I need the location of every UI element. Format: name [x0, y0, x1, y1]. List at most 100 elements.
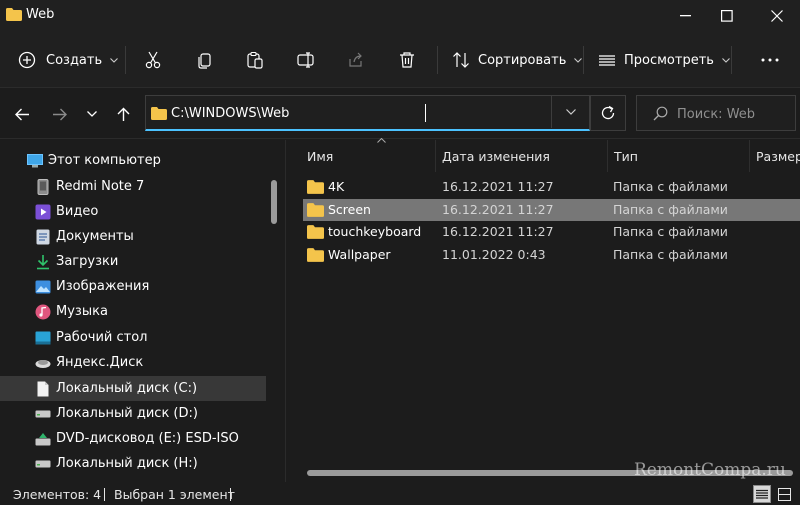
folder-icon	[307, 203, 324, 217]
watermark-text: RemontCompa.ru	[634, 460, 786, 480]
title-bar: Web	[0, 0, 800, 32]
document-icon	[35, 229, 51, 245]
file-date: 11.01.2022 0:43	[442, 247, 546, 262]
column-header-size[interactable]: Размер	[749, 140, 800, 172]
drive-icon	[35, 406, 51, 422]
column-header-name[interactable]: Имя	[301, 138, 435, 172]
clipboard-icon	[247, 51, 263, 69]
file-name: Screen	[328, 202, 371, 217]
column-header-type[interactable]: Тип	[607, 140, 749, 172]
sidebar-item-label: DVD-дисковод (E:) ESD-ISO	[56, 431, 239, 446]
column-label: Дата изменения	[442, 148, 550, 164]
details-view-button[interactable]	[753, 485, 771, 503]
toolbar-divider	[437, 46, 438, 74]
sidebar-item-yandex-disk[interactable]: Яндекс.Диск	[0, 350, 266, 375]
file-row-selected[interactable]: Screen 16.12.2021 11:27 Папка с файлами	[303, 199, 800, 221]
sidebar-item-label: Локальный диск (D:)	[56, 406, 198, 421]
status-bar: Элементов: 4 Выбран 1 элемент	[0, 482, 800, 505]
minimize-button[interactable]	[662, 0, 708, 32]
file-row[interactable]: touchkeyboard 16.12.2021 11:27 Папка с ф…	[303, 221, 800, 243]
sidebar-item-label: Загрузки	[56, 254, 119, 269]
sort-button[interactable]: Сортировать	[452, 44, 583, 76]
search-input[interactable]	[677, 104, 787, 124]
tiles-view-icon	[777, 487, 791, 501]
paste-button[interactable]	[239, 44, 271, 76]
address-bar[interactable]: C:\WINDOWS\Web	[145, 95, 590, 131]
folder-icon	[307, 180, 324, 194]
rename-button[interactable]	[290, 44, 322, 76]
recent-locations-button[interactable]	[78, 101, 106, 127]
sort-ascending-icon	[377, 138, 386, 143]
sidebar-item-local-disk-h[interactable]: Локальный диск (H:)	[0, 451, 266, 476]
sidebar-item-desktop[interactable]: Рабочий стол	[0, 325, 266, 350]
scissors-icon	[145, 51, 161, 69]
copy-icon	[198, 53, 211, 69]
details-view-icon	[756, 489, 768, 499]
forward-button[interactable]	[45, 101, 73, 127]
toolbar-divider	[125, 46, 126, 74]
up-button[interactable]	[109, 101, 137, 127]
view-button[interactable]: Просмотреть	[598, 44, 730, 76]
sort-icon	[453, 52, 469, 68]
copy-button[interactable]	[189, 44, 221, 76]
file-type: Папка с файлами	[613, 179, 728, 194]
address-path[interactable]: C:\WINDOWS\Web	[171, 106, 289, 121]
sidebar-item-this-pc[interactable]: Этот компьютер	[0, 148, 266, 173]
trash-icon	[400, 52, 414, 68]
close-button[interactable]	[754, 0, 800, 32]
sidebar-item-label: Этот компьютер	[48, 153, 161, 168]
file-row[interactable]: Wallpaper 11.01.2022 0:43 Папка с файлам…	[303, 244, 800, 266]
refresh-icon	[601, 105, 615, 120]
sidebar-scrollbar[interactable]	[271, 180, 277, 224]
sidebar-item-label: Локальный диск (H:)	[56, 456, 198, 471]
chevron-down-icon	[87, 111, 97, 117]
sidebar-item-documents[interactable]: Документы	[0, 224, 266, 249]
arrow-left-icon	[14, 108, 29, 120]
maximize-button[interactable]	[704, 0, 750, 32]
column-header-date[interactable]: Дата изменения	[435, 140, 607, 172]
more-dots-icon	[761, 58, 779, 62]
arrow-right-icon	[52, 108, 67, 120]
folder-icon	[307, 225, 324, 239]
sidebar-item-label: Музыка	[56, 304, 108, 319]
sidebar-item-video[interactable]: Видео	[0, 199, 266, 224]
column-label: Тип	[614, 148, 638, 164]
sidebar-item-label: Изображения	[56, 279, 150, 294]
sidebar-item-pictures[interactable]: Изображения	[0, 274, 266, 299]
share-button[interactable]	[340, 44, 372, 76]
more-options-button[interactable]	[754, 44, 786, 76]
sidebar-item-redmi-note-7[interactable]: Redmi Note 7	[0, 174, 266, 199]
sidebar-item-label: Локальный диск (C:)	[56, 381, 198, 396]
tiles-view-button[interactable]	[775, 485, 793, 503]
file-type: Папка с файлами	[613, 247, 728, 262]
sidebar-item-local-disk-d[interactable]: Локальный диск (D:)	[0, 401, 266, 426]
address-history-button[interactable]	[551, 96, 589, 128]
back-button[interactable]	[8, 101, 36, 127]
refresh-button[interactable]	[590, 95, 626, 131]
view-label: Просмотреть	[624, 52, 714, 68]
column-label: Имя	[307, 148, 334, 164]
minimize-icon	[679, 15, 691, 17]
file-name: touchkeyboard	[328, 224, 422, 239]
search-box[interactable]	[636, 95, 796, 131]
share-icon	[349, 52, 362, 67]
file-date: 16.12.2021 11:27	[442, 179, 554, 194]
create-button[interactable]: Создать	[18, 44, 119, 76]
video-icon	[35, 204, 51, 220]
delete-button[interactable]	[391, 44, 423, 76]
download-icon	[35, 254, 51, 270]
sidebar-item-label: Видео	[56, 204, 99, 219]
status-divider	[230, 488, 231, 501]
file-row[interactable]: 4K 16.12.2021 11:27 Папка с файлами	[303, 176, 800, 198]
sidebar-item-downloads[interactable]: Загрузки	[0, 249, 266, 274]
close-icon	[771, 10, 783, 22]
cut-button[interactable]	[137, 44, 169, 76]
sidebar-item-dvd-drive[interactable]: DVD-дисковод (E:) ESD-ISO	[0, 426, 266, 451]
plus-circle-icon	[18, 51, 36, 69]
navigation-bar: C:\WINDOWS\Web	[0, 89, 800, 139]
sidebar-item-local-disk-c[interactable]: Локальный диск (C:)	[0, 376, 266, 401]
file-name: 4K	[328, 179, 345, 194]
file-date: 16.12.2021 11:27	[442, 224, 554, 239]
file-date: 16.12.2021 11:27	[442, 202, 554, 217]
sidebar-item-music[interactable]: Музыка	[0, 299, 266, 324]
